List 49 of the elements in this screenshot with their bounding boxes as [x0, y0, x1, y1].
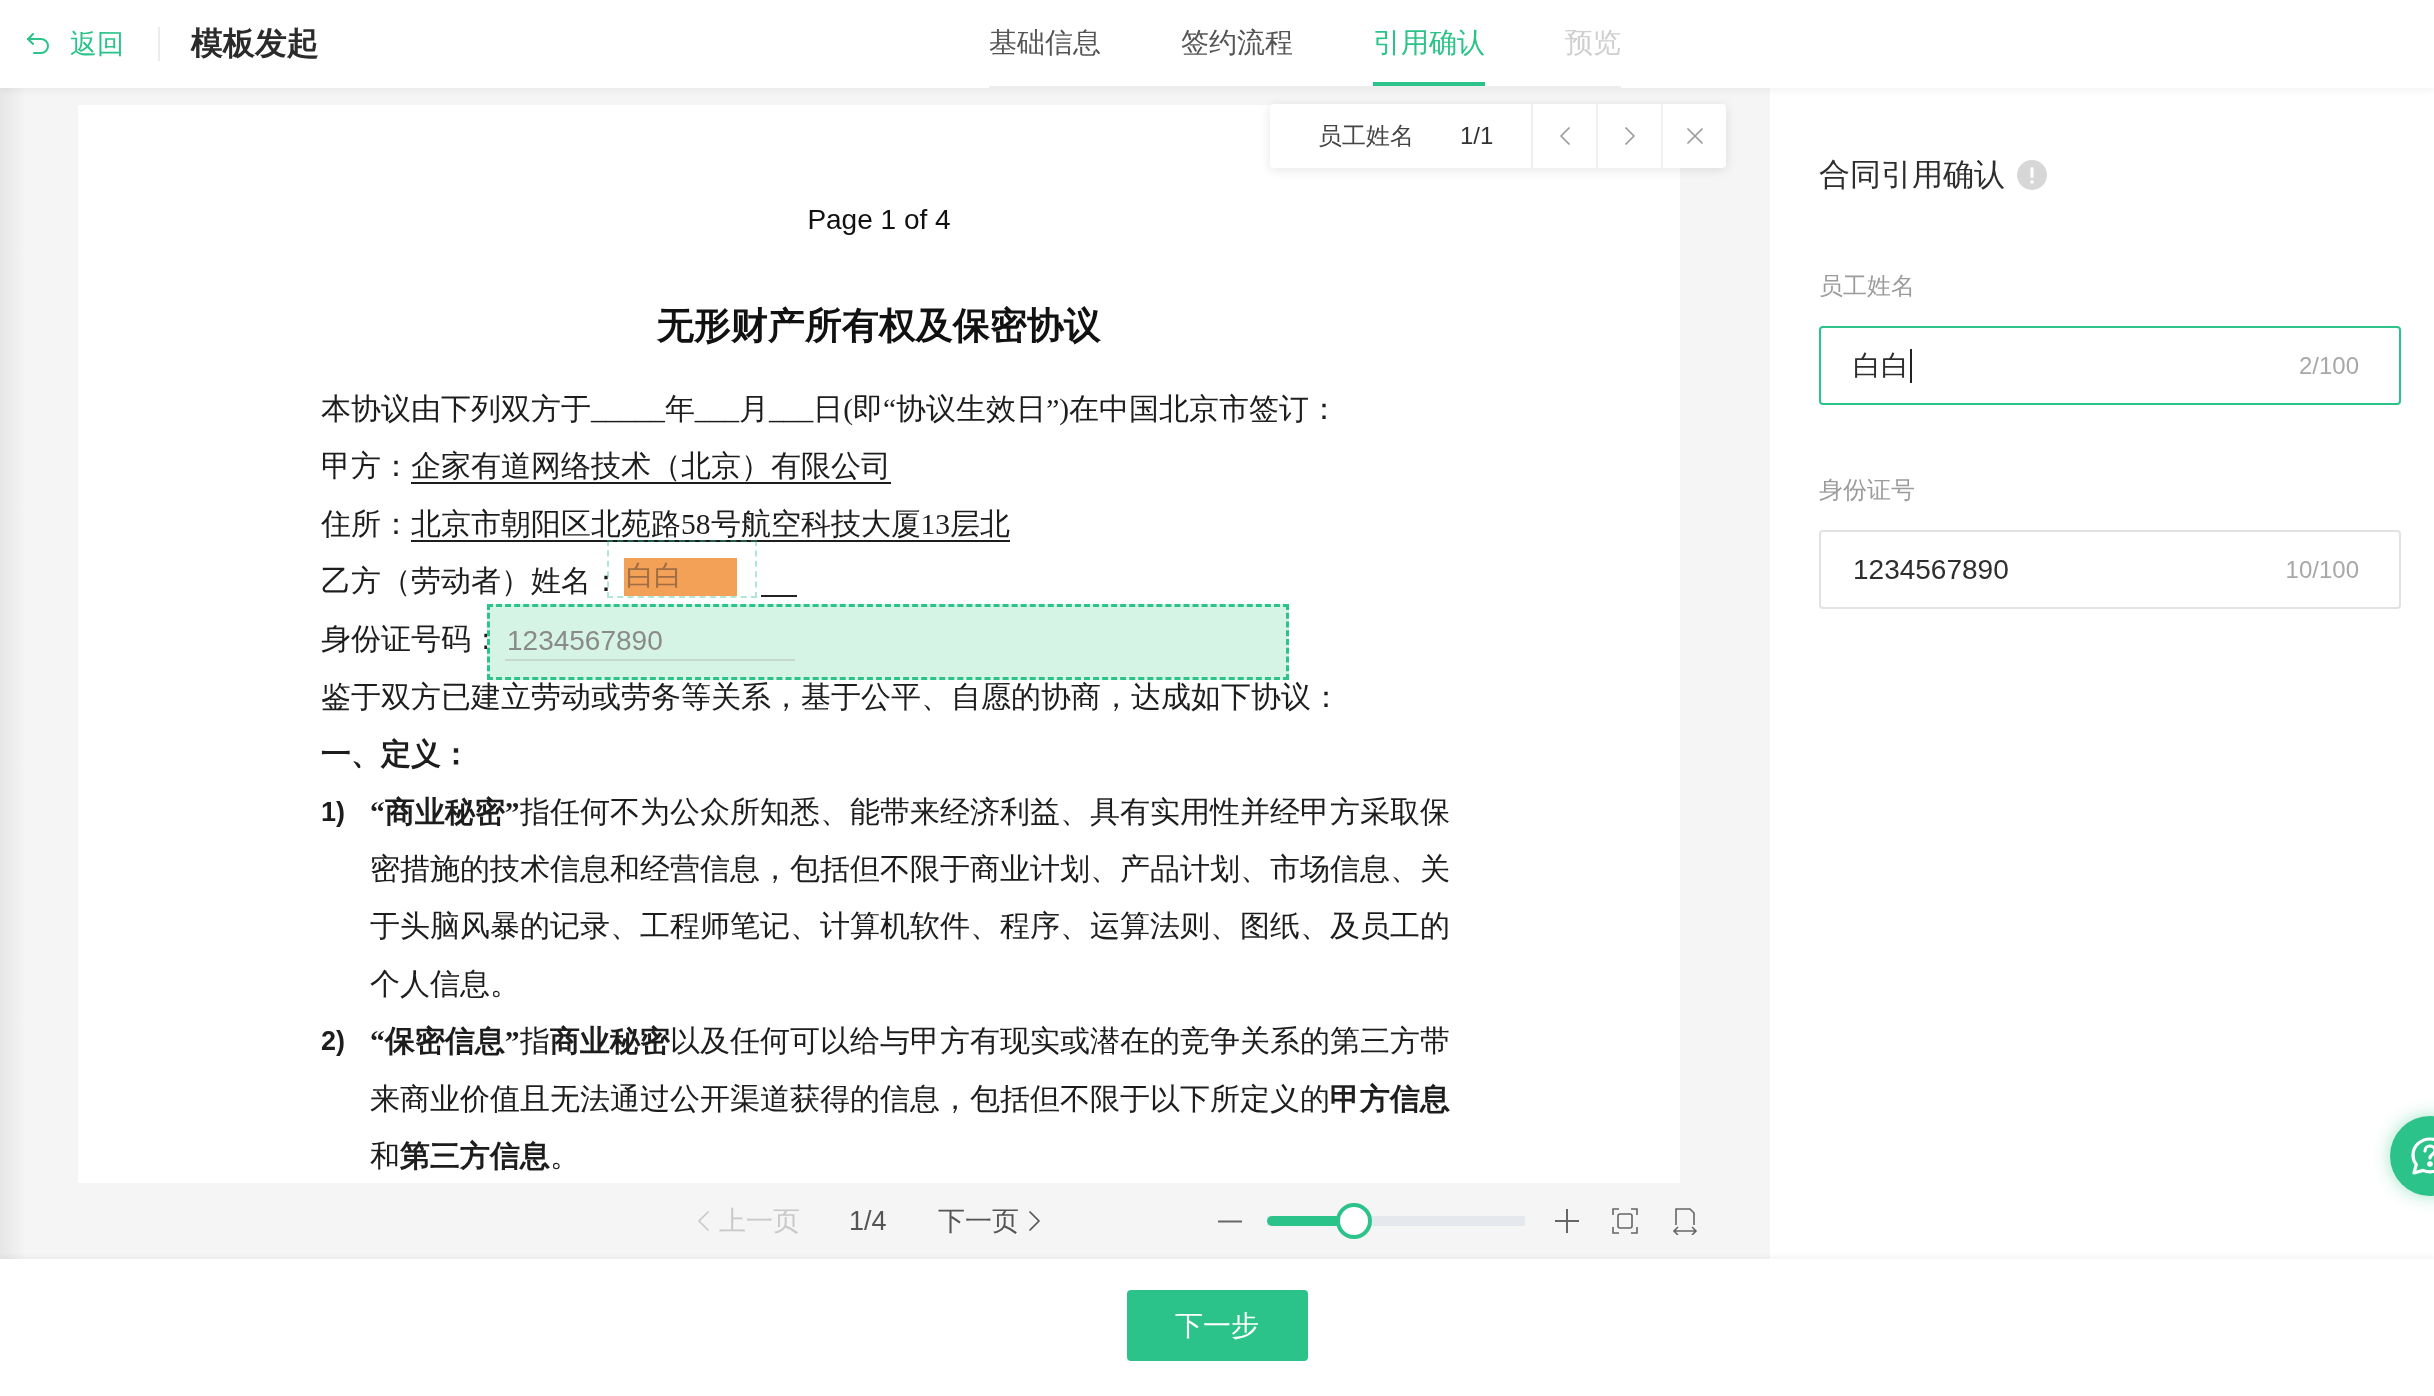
list-item-text: “保密信息”指商业秘密以及任何可以给与甲方有现实或潜在的竞争关系的第三方带来商业价值且无法通过公开渠道获得的信息，包括但不限于以下所定义的甲方信息和第三方信息。: [370, 1024, 1451, 1175]
clause-label: 甲方：: [321, 450, 411, 483]
info-icon: [2017, 160, 2047, 190]
search-field[interactable]: 员工姓名: [1318, 120, 1414, 152]
list-number: 1): [321, 795, 346, 829]
chevron-left-icon: [1559, 127, 1570, 145]
match-count: 1/1: [1460, 122, 1494, 150]
slider-thumb[interactable]: [1336, 1203, 1373, 1239]
next-step-button[interactable]: 下一步: [1126, 1290, 1308, 1361]
back-button[interactable]: 返回: [26, 26, 124, 62]
chevron-right-icon: [1028, 1211, 1040, 1231]
clause-label: 住所：: [321, 507, 411, 540]
page-indicator: 1/4: [849, 1205, 887, 1237]
field-value: 1234567890: [505, 622, 795, 661]
paragraph: 鉴于双方已建立劳动或劳务等关系，基于公平、自愿的协商，达成如下协议：: [321, 679, 1342, 715]
page-arrows-icon: [1671, 1207, 1698, 1235]
field-label: 员工姓名: [1819, 271, 1916, 301]
char-counter: 10/100: [2285, 555, 2359, 584]
form-field[interactable]: 白白: [607, 540, 757, 599]
text-cursor: [1910, 348, 1912, 383]
paragraph: 本协议由下列双方于_____年___月___日(即“协议生效日”)在中国北京市签订：: [321, 392, 1341, 427]
zoom-in-button[interactable]: [1554, 1207, 1579, 1235]
close-icon: [1686, 128, 1703, 144]
undo-arrow-icon: [26, 33, 50, 55]
underlined-value: 北京市朝阳区北苑路58号航空科技大厦13层北: [411, 507, 1010, 540]
field-value: 白白: [624, 558, 737, 597]
page-title: 模板发起: [191, 24, 319, 63]
section-heading: 一、定义：: [321, 737, 472, 773]
list-item-text: “商业秘密”指任何不为公众所知悉、能带来经济利益、具有实用性并经甲方采取保密措施的技术信息和经营信息，包括但不限于商业计划、产品计划、市场信息、关于头脑风暴的记录、工程师笔记、计算机软件、程序、运算法则、图纸、及员工的个人信息。: [370, 794, 1451, 1002]
plus-icon: [1554, 1209, 1579, 1233]
minus-icon: [1217, 1219, 1242, 1223]
fit-width-button[interactable]: [1671, 1207, 1698, 1235]
fit-page-button[interactable]: [1611, 1207, 1638, 1235]
chevron-left-icon: [698, 1211, 709, 1231]
field-label: 身份证号: [1819, 475, 1916, 505]
char-counter: 2/100: [2298, 351, 2359, 380]
document-title: 无形财产所有权及保密协议: [657, 304, 1101, 348]
text-input[interactable]: 1234567890 10/100: [1819, 530, 2401, 609]
frame-corners-icon: [1611, 1208, 1638, 1234]
page-number-label: Page 1 of 4: [807, 203, 951, 237]
step-tab[interactable]: 基础信息: [989, 0, 1101, 86]
list-number: 2): [321, 1025, 346, 1059]
text-input[interactable]: 白白 2/100: [1819, 326, 2401, 405]
chevron-right-icon: [1624, 127, 1635, 145]
step-tab[interactable]: 签约流程: [1181, 0, 1293, 86]
panel-title: 合同引用确认: [1819, 156, 2005, 194]
form-field[interactable]: 1234567890: [487, 603, 1289, 680]
next-page-button[interactable]: 下一页: [937, 1203, 1040, 1239]
underlined-value: 企家有道网络技术（北京）有限公司: [411, 450, 891, 483]
